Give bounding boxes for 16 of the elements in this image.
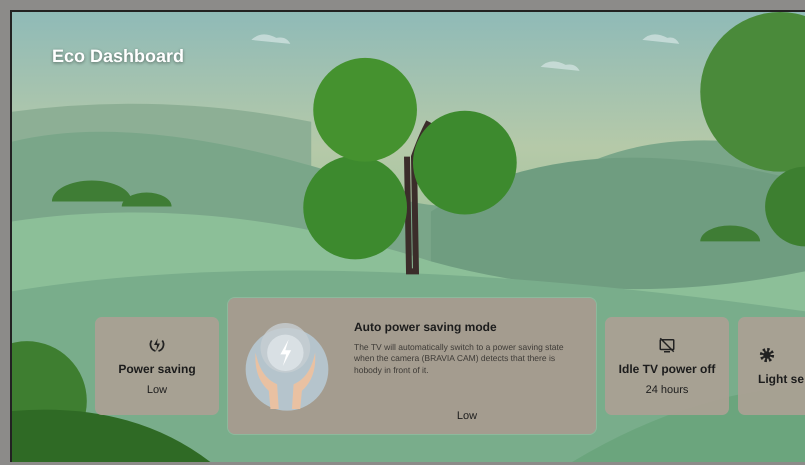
dashboard-title: Eco Dashboard — [52, 46, 184, 67]
card-title: Light se — [758, 372, 804, 386]
card-description: The TV will automatically switch to a power saving state when the camera (BRAVIA CAM) detects that there is hobody in front of it. — [354, 342, 565, 376]
bolt-cycle-icon — [148, 336, 166, 354]
card-value: 24 hours — [646, 384, 688, 396]
card-value: Low — [146, 384, 168, 396]
setting-card[interactable]: Idle TV power off 24 hours — [605, 317, 729, 415]
gear-icon — [758, 346, 776, 364]
setting-card[interactable]: Auto power saving mode The TV will automatically switch to a power saving state when the camera (BRAVIA CAM) detects that there is hobody in front of it. Low — [228, 298, 596, 434]
card-value: Low — [456, 410, 478, 422]
setting-card[interactable]: Light se — [738, 317, 805, 415]
setting-card[interactable]: Power saving Low — [95, 317, 219, 415]
screen-off-icon — [658, 336, 676, 354]
card-title: Power saving — [118, 362, 196, 376]
card-title: Auto power saving mode — [354, 320, 498, 334]
card-title: Idle TV power off — [618, 362, 716, 376]
